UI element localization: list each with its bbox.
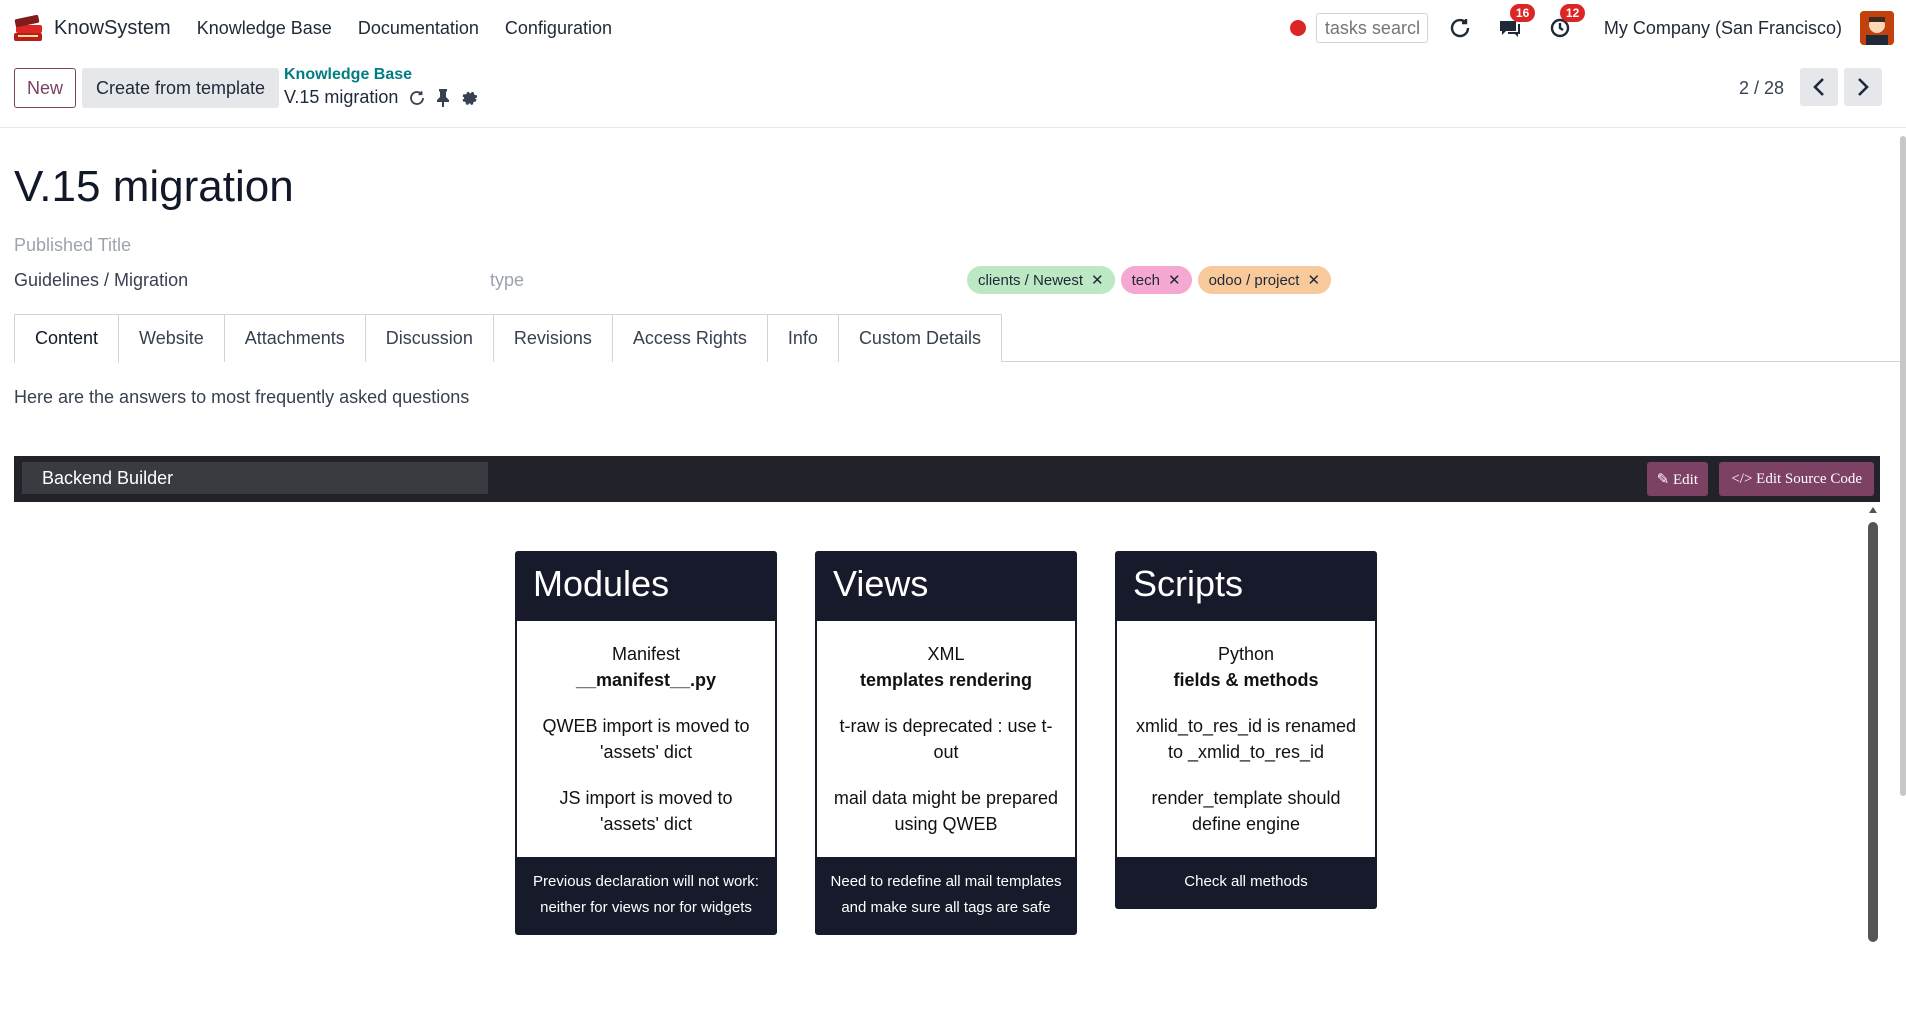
remove-tag-icon[interactable]: ✕: [1091, 271, 1104, 289]
edit-source-code-label: Edit Source Code: [1756, 470, 1862, 487]
company-switcher[interactable]: My Company (San Francisco): [1604, 18, 1842, 39]
content-intro-text: Here are the answers to most frequently …: [14, 387, 470, 407]
books-logo-icon[interactable]: [12, 11, 44, 45]
builder-label: Backend Builder: [22, 462, 488, 494]
card-title: Views: [817, 553, 1075, 621]
edit-button-label: Edit: [1673, 471, 1698, 488]
scroll-up-arrow-icon[interactable]: [1868, 506, 1878, 514]
tag-label: tech: [1131, 271, 1160, 289]
breadcrumb-current-record: V.15 migration: [284, 87, 399, 107]
type-field[interactable]: type: [490, 270, 524, 291]
tab-custom-details[interactable]: Custom Details: [837, 314, 1002, 362]
chevron-right-icon: [1858, 78, 1869, 96]
breadcrumb: V.15 migration: [284, 87, 478, 108]
control-panel: New Create from template Knowledge Base …: [0, 56, 1906, 128]
published-title-field[interactable]: Published Title: [14, 235, 131, 256]
card-paragraph: render_template should define engine: [1151, 788, 1341, 834]
tab-discussion[interactable]: Discussion: [364, 314, 494, 362]
tag-label: odoo / project: [1208, 271, 1300, 289]
new-button[interactable]: New: [14, 68, 77, 108]
tab-access-rights[interactable]: Access Rights: [611, 314, 768, 362]
tag-label: clients / Newest: [978, 271, 1084, 289]
notebook-tabs: Content Website Attachments Discussion R…: [14, 314, 1906, 363]
card-paragraph: mail data might be prepared using QWEB: [833, 788, 1059, 834]
card-modules: Modules Manifest __manifest__.py QWEB im…: [515, 551, 777, 935]
tag-clients-newest: clients / Newest ✕: [967, 266, 1115, 294]
app-name[interactable]: KnowSystem: [54, 17, 171, 40]
messages-count-badge: 16: [1509, 4, 1536, 22]
tag-tech: tech ✕: [1120, 266, 1192, 294]
chevron-left-icon: [1813, 78, 1824, 96]
card-paragraph: t-raw is deprecated : use t-out: [839, 716, 1053, 762]
card-body: XML templates rendering t-raw is depreca…: [817, 621, 1075, 857]
card-bold-line: templates rendering: [859, 670, 1033, 690]
refresh-icon[interactable]: [408, 89, 426, 107]
card-scripts: Scripts Python fields & methods xmlid_to…: [1115, 551, 1377, 909]
record-dot-icon[interactable]: [1289, 20, 1306, 36]
breadcrumb-knowledge-base[interactable]: Knowledge Base: [284, 66, 412, 84]
card-subtitle: Manifest: [611, 644, 681, 664]
menu-configuration[interactable]: Configuration: [505, 18, 612, 39]
pin-icon[interactable]: [436, 88, 450, 107]
create-from-template-button[interactable]: Create from template: [82, 68, 280, 108]
article-title[interactable]: V.15 migration: [14, 162, 294, 212]
section-field[interactable]: Guidelines / Migration: [14, 270, 188, 291]
card-footer: Need to redefine all mail templates and …: [817, 857, 1075, 933]
tab-website[interactable]: Website: [118, 314, 225, 362]
tab-revisions[interactable]: Revisions: [492, 314, 613, 362]
activities-count-badge: 12: [1559, 4, 1586, 22]
tasks-search-input[interactable]: [1315, 13, 1428, 43]
card-paragraph: QWEB import is moved to 'assets' dict: [542, 716, 750, 762]
page-scrollbar[interactable]: [1900, 136, 1906, 796]
tag-odoo-project: odoo / project ✕: [1197, 266, 1332, 294]
edit-button[interactable]: ✎ Edit: [1646, 462, 1708, 496]
card-footer: Check all methods: [1117, 857, 1375, 907]
refresh-icon[interactable]: [1446, 14, 1474, 42]
card-paragraph: JS import is moved to 'assets' dict: [559, 788, 733, 834]
edit-icon: ✎: [1656, 471, 1670, 488]
card-views: Views XML templates rendering t-raw is d…: [815, 551, 1077, 935]
card-body: Python fields & methods xmlid_to_res_id …: [1117, 621, 1375, 857]
card-title: Modules: [517, 553, 775, 621]
card-subtitle: Python: [1217, 644, 1275, 664]
pager-next-button[interactable]: [1844, 68, 1882, 106]
content-scrollbar[interactable]: [1868, 522, 1878, 942]
pager-previous-button[interactable]: [1800, 68, 1838, 106]
card-title: Scripts: [1117, 553, 1375, 621]
pager-value[interactable]: 2 / 28: [1739, 78, 1784, 99]
builder-toolbar: Backend Builder ✎ Edit </> Edit Source C…: [14, 456, 1880, 502]
user-avatar[interactable]: [1860, 11, 1894, 45]
card-body: Manifest __manifest__.py QWEB import is …: [517, 621, 775, 857]
gear-icon[interactable]: [460, 89, 478, 107]
remove-tag-icon[interactable]: ✕: [1168, 271, 1181, 289]
remove-tag-icon[interactable]: ✕: [1307, 271, 1320, 289]
activities-clock-icon[interactable]: 12: [1546, 4, 1586, 42]
messages-icon[interactable]: 16: [1496, 4, 1536, 42]
top-navbar: KnowSystem Knowledge Base Documentation …: [0, 0, 1906, 56]
menu-documentation[interactable]: Documentation: [358, 18, 479, 39]
card-subtitle: XML: [927, 644, 965, 664]
card-paragraph: xmlid_to_res_id is renamed to _xmlid_to_…: [1135, 716, 1357, 762]
card-bold-line: __manifest__.py: [575, 670, 717, 690]
tab-content[interactable]: Content: [14, 314, 120, 363]
tab-attachments[interactable]: Attachments: [223, 314, 366, 362]
tags-field: clients / Newest ✕ tech ✕ odoo / project…: [967, 266, 1332, 294]
edit-source-code-button[interactable]: </> Edit Source Code: [1719, 462, 1874, 496]
tab-info[interactable]: Info: [766, 314, 839, 362]
card-footer: Previous declaration will not work: neit…: [517, 857, 775, 933]
code-icon: </>: [1731, 470, 1753, 487]
menu-knowledge-base[interactable]: Knowledge Base: [197, 18, 332, 39]
card-bold-line: fields & methods: [1173, 670, 1319, 690]
